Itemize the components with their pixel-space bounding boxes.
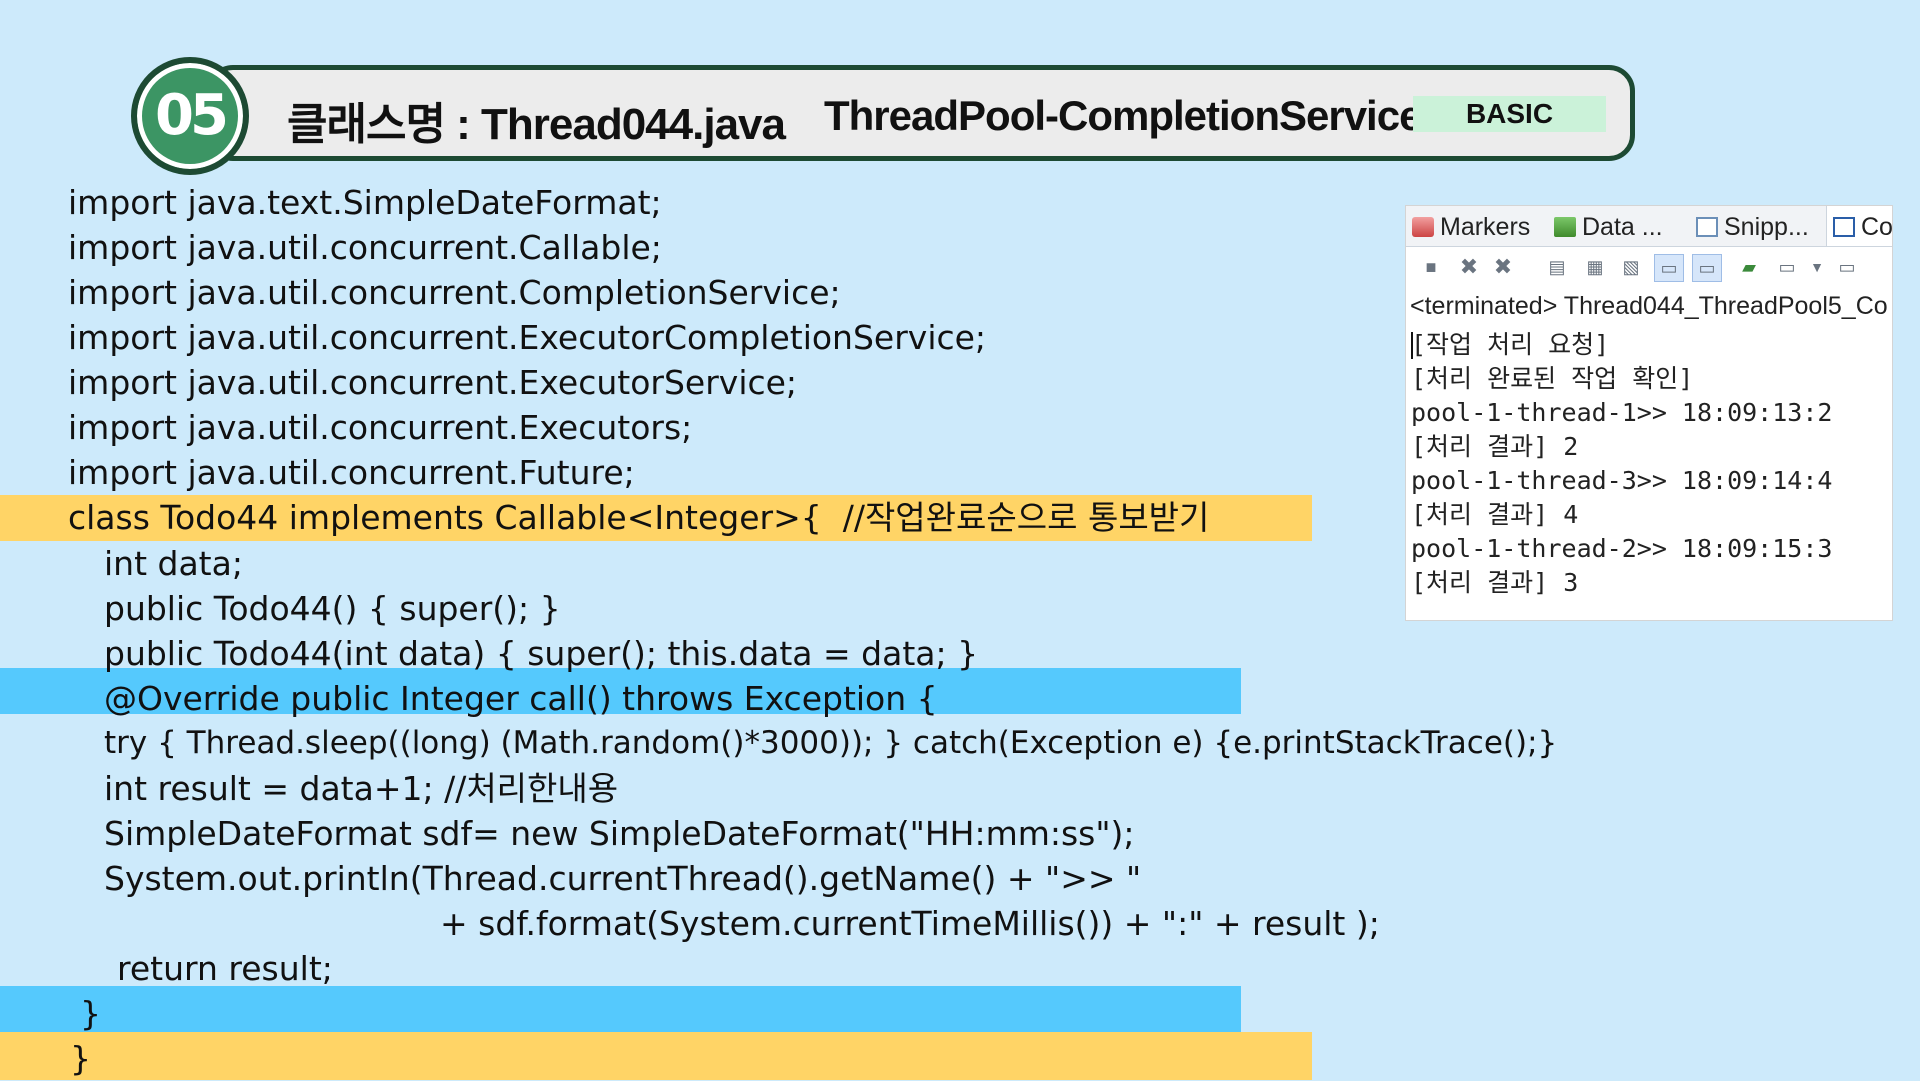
code-line: import java.util.concurrent.Callable; bbox=[68, 228, 662, 267]
view-tab-bar: Markers Data ... Snipp... Co bbox=[1406, 206, 1892, 247]
data-source-icon bbox=[1554, 217, 1576, 237]
console-output-line: [처리 결과] 4 bbox=[1411, 500, 1579, 529]
pin-console-icon[interactable]: ▰ bbox=[1738, 256, 1760, 278]
console-output-line: [처리 결과] 2 bbox=[1411, 432, 1579, 461]
eclipse-console-panel: Markers Data ... Snipp... Co ■ ✖ ✖ ▤ ▦ ▧… bbox=[1405, 205, 1893, 621]
class-highlight-band-end bbox=[0, 1032, 1312, 1080]
code-line: return result; bbox=[117, 949, 333, 988]
console-output-line: pool-1-thread-2>> 18:09:15:3 bbox=[1411, 534, 1833, 563]
scroll-lock-icon[interactable]: ▦ bbox=[1584, 256, 1606, 278]
method-highlight-band-bottom bbox=[0, 986, 1241, 1032]
remove-all-terminated-icon[interactable]: ✖ bbox=[1492, 256, 1514, 278]
console-output-line: pool-1-thread-1>> 18:09:13:2 bbox=[1411, 398, 1833, 427]
code-line: int result = data+1; //처리한내용 bbox=[104, 769, 619, 808]
code-line: import java.util.concurrent.CompletionSe… bbox=[68, 273, 841, 312]
level-badge: BASIC bbox=[1413, 96, 1606, 132]
code-line: } bbox=[80, 994, 101, 1033]
code-line: import java.util.concurrent.Executors; bbox=[68, 408, 693, 447]
tab-markers[interactable]: Markers bbox=[1412, 206, 1530, 246]
console-status-line: <terminated> Thread044_ThreadPool5_Co bbox=[1410, 292, 1888, 320]
code-line: public Todo44(int data) { super(); this.… bbox=[104, 634, 979, 673]
code-line: import java.util.concurrent.ExecutorComp… bbox=[68, 318, 987, 357]
terminate-icon[interactable]: ■ bbox=[1420, 256, 1442, 278]
console-output-line: [작업 처리 요청] bbox=[1411, 330, 1610, 359]
open-console-icon[interactable]: ▭ bbox=[1836, 256, 1858, 278]
tab-label: Markers bbox=[1440, 213, 1531, 241]
code-line: import java.util.concurrent.ExecutorServ… bbox=[68, 363, 798, 402]
console-output-line: [처리 결과] 3 bbox=[1411, 568, 1579, 597]
remove-launch-icon[interactable]: ✖ bbox=[1458, 256, 1480, 278]
tab-console[interactable]: Co bbox=[1826, 206, 1893, 246]
markers-icon bbox=[1412, 217, 1434, 237]
code-line: try { Thread.sleep((long) (Math.random()… bbox=[104, 725, 1558, 761]
code-line: import java.text.SimpleDateFormat; bbox=[68, 183, 662, 222]
code-line: + sdf.format(System.currentTimeMillis())… bbox=[440, 904, 1380, 943]
console-icon bbox=[1833, 217, 1855, 237]
view-menu-icon[interactable]: ▼ bbox=[1806, 256, 1828, 278]
console-output-line: pool-1-thread-3>> 18:09:14:4 bbox=[1411, 466, 1833, 495]
tab-label: Data ... bbox=[1582, 213, 1663, 241]
topic-title: ThreadPool-CompletionService bbox=[824, 92, 1422, 139]
code-line: import java.util.concurrent.Future; bbox=[68, 453, 635, 492]
code-line: @Override public Integer call() throws E… bbox=[104, 679, 938, 718]
word-wrap-icon[interactable]: ▧ bbox=[1620, 256, 1642, 278]
code-line: int data; bbox=[104, 544, 243, 583]
tab-label: Snipp... bbox=[1724, 213, 1809, 241]
show-on-stderr-icon[interactable]: ▭ bbox=[1692, 254, 1722, 282]
tab-snippets[interactable]: Snipp... bbox=[1696, 206, 1809, 246]
tab-data[interactable]: Data ... bbox=[1554, 206, 1663, 246]
code-line: class Todo44 implements Callable<Integer… bbox=[68, 498, 1210, 537]
show-on-stdout-icon[interactable]: ▭ bbox=[1654, 254, 1684, 282]
code-line: } bbox=[70, 1039, 91, 1078]
snippets-icon bbox=[1696, 217, 1718, 237]
section-number-badge: 05 bbox=[131, 57, 249, 175]
display-selected-console-icon[interactable]: ▭ bbox=[1776, 256, 1798, 278]
console-toolbar: ■ ✖ ✖ ▤ ▦ ▧ ▭ ▭ ▰ ▭ ▼ ▭ bbox=[1406, 248, 1892, 286]
code-line: System.out.println(Thread.currentThread(… bbox=[104, 859, 1142, 898]
tab-label: Co bbox=[1861, 213, 1893, 241]
code-line: SimpleDateFormat sdf= new SimpleDateForm… bbox=[104, 814, 1135, 853]
console-output-line: [처리 완료된 작업 확인] bbox=[1411, 364, 1694, 393]
code-line: public Todo44() { super(); } bbox=[104, 589, 561, 628]
class-name-title: 클래스명 : Thread044.java bbox=[287, 100, 786, 149]
clear-console-icon[interactable]: ▤ bbox=[1546, 256, 1568, 278]
